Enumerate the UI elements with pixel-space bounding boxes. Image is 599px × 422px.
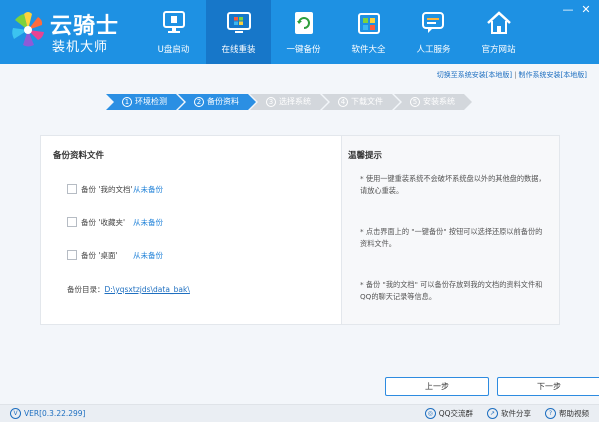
monitor-icon xyxy=(162,11,185,33)
help-label: 帮助视频 xyxy=(559,409,589,418)
version-text: VER[0.3.22.299] xyxy=(24,409,86,418)
nav-usb-boot[interactable]: U盘启动 xyxy=(141,0,206,64)
tips-panel: 温馨提示 * 使用一键重装系统不会破坏系统盘以外的其他盘的数据，请放心重装。 *… xyxy=(341,136,559,324)
software-icon xyxy=(357,13,380,34)
backup-icon xyxy=(294,12,313,34)
option-label: 备份 '我的文档' xyxy=(81,184,133,194)
nav-online-reinstall[interactable]: 在线重装 xyxy=(206,0,271,64)
qq-icon: ◎ xyxy=(424,408,436,419)
step-select-system: 3 选择系统 xyxy=(250,94,328,110)
make-local-link[interactable]: 制作系统安装[本地版] xyxy=(519,71,587,79)
step-env-check: 1 环境检测 xyxy=(106,94,184,110)
nav-software[interactable]: 软件大全 xyxy=(336,0,401,64)
qq-group-link[interactable]: ◎ QQ交流群 xyxy=(424,408,473,419)
window-controls: — ✕ xyxy=(561,4,593,16)
nav-manual-service[interactable]: 人工服务 xyxy=(401,0,466,64)
step-text: 下载文件 xyxy=(351,97,383,106)
share-icon: ↗ xyxy=(487,408,498,419)
backup-directory: 备份目录：D:\yqsxtzjds\data_bak\ xyxy=(67,284,190,295)
backup-status[interactable]: 从未备份 xyxy=(133,217,163,228)
step-text: 安装系统 xyxy=(423,97,455,106)
main-content: 备份资料文件 备份 '我的文档' 从未备份 备份 '收藏夹' 从未备份 备份 '… xyxy=(40,135,560,325)
windows-icon xyxy=(226,12,251,33)
dir-label: 备份目录： xyxy=(67,285,105,294)
step-label: 3 选择系统 xyxy=(266,96,311,107)
step-backup-data: 2 备份资料 xyxy=(178,94,256,110)
backup-panel: 备份资料文件 备份 '我的文档' 从未备份 备份 '收藏夹' 从未备份 备份 '… xyxy=(41,136,339,324)
version-icon: V xyxy=(10,408,21,419)
backup-status[interactable]: 从未备份 xyxy=(133,250,163,261)
option-label: 备份 '收藏夹' xyxy=(81,217,126,227)
step-label: 4 下载文件 xyxy=(338,96,383,107)
step-label: 5 安装系统 xyxy=(410,96,455,107)
step-number: 4 xyxy=(338,96,348,107)
minimize-button[interactable]: — xyxy=(561,4,575,16)
version-info: V VER[0.3.22.299] xyxy=(10,408,86,419)
prev-button[interactable]: 上一步 xyxy=(385,377,489,396)
tip-item: * 点击界面上的 "一键备份" 按钮可以选择还原以前备份的资料文件。 xyxy=(360,227,543,248)
step-text: 备份资料 xyxy=(207,97,239,106)
next-button[interactable]: 下一步 xyxy=(497,377,599,396)
close-button[interactable]: ✕ xyxy=(579,4,593,16)
footer-links: ◎ QQ交流群 ↗ 软件分享 ? 帮助视频 xyxy=(424,408,589,419)
step-number: 2 xyxy=(194,96,204,107)
step-label: 1 环境检测 xyxy=(122,96,167,107)
backup-title: 备份资料文件 xyxy=(53,151,105,161)
backup-dir-link[interactable]: D:\yqsxtzjds\data_bak\ xyxy=(105,285,190,294)
step-number: 3 xyxy=(266,96,276,107)
home-icon xyxy=(486,11,511,34)
main-nav: U盘启动 在线重装 一键备份 软件大全 人工服务 官方网站 xyxy=(141,0,531,64)
status-bar: V VER[0.3.22.299] ◎ QQ交流群 ↗ 软件分享 ? 帮助视频 xyxy=(0,404,599,422)
nav-label: 人工服务 xyxy=(416,45,451,55)
step-download-files: 4 下载文件 xyxy=(322,94,400,110)
backup-option-documents: 备份 '我的文档' 从未备份 xyxy=(67,183,163,195)
nav-label: 在线重装 xyxy=(221,45,256,55)
nav-label: 官方网站 xyxy=(481,45,516,55)
option-label: 备份 '桌面' xyxy=(81,250,118,260)
nav-one-click-backup[interactable]: 一键备份 xyxy=(271,0,336,64)
tips-title: 温馨提示 xyxy=(348,151,383,161)
step-number: 5 xyxy=(410,96,420,107)
nav-official-site[interactable]: 官方网站 xyxy=(466,0,531,64)
desktop-checkbox[interactable] xyxy=(67,250,77,260)
share-link[interactable]: ↗ 软件分享 xyxy=(487,408,531,419)
nav-label: 一键备份 xyxy=(286,45,321,55)
install-mode-links: 切换至系统安装[本地版] | 制作系统安装[本地版] xyxy=(437,70,587,80)
help-icon: ? xyxy=(545,408,556,419)
help-video-link[interactable]: ? 帮助视频 xyxy=(545,408,589,419)
app-window: 云骑士 装机大师 U盘启动 在线重装 一键备份 软件大全 人工服务 官方网站 —… xyxy=(0,0,599,422)
app-subtitle: 装机大师 xyxy=(52,40,109,55)
switch-local-link[interactable]: 切换至系统安装[本地版] xyxy=(437,71,512,79)
tip-item: * 备份 "我的文档" 可以备份存放到我的文档的资料文件和QQ的聊天记录等信息。 xyxy=(360,280,543,301)
nav-label: U盘启动 xyxy=(157,45,190,55)
backup-status[interactable]: 从未备份 xyxy=(133,184,163,195)
step-number: 1 xyxy=(122,96,132,107)
progress-steps: 1 环境检测 2 备份资料 3 选择系统 4 下载文件 5 安装系统 xyxy=(106,94,472,110)
share-label: 软件分享 xyxy=(501,409,531,418)
step-install-system: 5 安装系统 xyxy=(394,94,472,110)
tip-item: * 使用一键重装系统不会破坏系统盘以外的其他盘的数据，请放心重装。 xyxy=(360,174,546,195)
step-text: 选择系统 xyxy=(279,97,311,106)
step-text: 环境检测 xyxy=(135,97,167,106)
backup-option-favorites: 备份 '收藏夹' 从未备份 xyxy=(67,216,163,228)
backup-option-desktop: 备份 '桌面' 从未备份 xyxy=(67,249,163,261)
documents-checkbox[interactable] xyxy=(67,184,77,194)
favorites-checkbox[interactable] xyxy=(67,217,77,227)
logo: 云骑士 装机大师 xyxy=(8,6,138,58)
nav-label: 软件大全 xyxy=(351,45,386,55)
qq-label: QQ交流群 xyxy=(438,409,473,418)
logo-icon xyxy=(12,12,44,47)
chat-icon xyxy=(421,12,444,33)
step-label: 2 备份资料 xyxy=(194,96,239,107)
header-bar: 云骑士 装机大师 U盘启动 在线重装 一键备份 软件大全 人工服务 官方网站 —… xyxy=(0,0,599,64)
